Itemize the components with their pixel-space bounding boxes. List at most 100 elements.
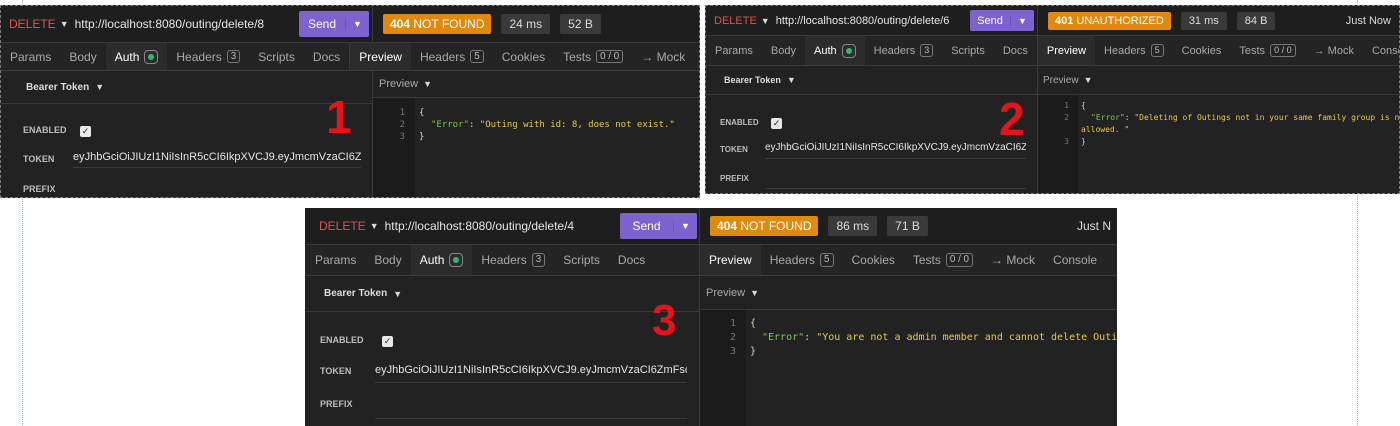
chevron-down-icon[interactable]: ▼ [673, 221, 697, 231]
tab-tests-label: Tests [563, 49, 592, 64]
tab-params[interactable]: Params [306, 245, 365, 275]
tab-console[interactable]: Console [1044, 245, 1106, 275]
tab-response-headers-label: Headers [769, 253, 816, 267]
tab-scripts[interactable]: Scripts [249, 43, 304, 70]
json-error-line: "Error": "Deleting of Outings not in you… [1091, 112, 1399, 124]
tab-preview[interactable]: Preview [350, 43, 411, 70]
tab-params[interactable]: Params [1, 43, 60, 70]
tab-preview[interactable]: Preview [1037, 36, 1096, 65]
tests-count: 0 / 0 [1270, 44, 1296, 57]
method-select[interactable]: DELETE [714, 15, 757, 27]
preview-mode-select[interactable]: Preview [1043, 75, 1079, 86]
send-button[interactable]: Send ▼ [970, 10, 1034, 31]
line-number: 2 [1064, 113, 1069, 122]
auth-type-dropdown-icon[interactable]: ▼ [95, 82, 104, 92]
method-select[interactable]: DELETE [319, 219, 366, 233]
response-size: 71 B [887, 216, 928, 236]
auth-type-select[interactable]: Bearer Token [724, 75, 781, 85]
tab-headers[interactable]: Headers 3 [167, 43, 249, 70]
auth-type-select[interactable]: Bearer Token [324, 288, 387, 299]
send-label: Send [977, 14, 1003, 27]
send-button[interactable]: Send ▼ [299, 11, 369, 37]
response-timestamp: Just N [1076, 219, 1111, 233]
tab-console[interactable]: Co [694, 43, 699, 70]
preview-mode-select[interactable]: Preview [379, 78, 418, 90]
tab-headers[interactable]: Headers 3 [472, 245, 554, 275]
step-number: 2 [999, 93, 1025, 145]
json-key: "Error" [762, 332, 805, 343]
response-size: 52 B [560, 14, 601, 34]
tab-preview[interactable]: Preview [700, 245, 761, 275]
method-dropdown-icon[interactable]: ▼ [370, 221, 379, 231]
url-input[interactable]: http://localhost:8080/outing/delete/6 [776, 15, 950, 27]
tab-auth[interactable]: Auth [804, 36, 865, 65]
method-dropdown-icon[interactable]: ▼ [761, 16, 770, 26]
screenshot-panel-2: DELETE ▼ http://localhost:8080/outing/de… [705, 5, 1400, 194]
url-input[interactable]: http://localhost:8080/outing/delete/4 [385, 219, 574, 233]
token-input[interactable]: eyJhbGciOiJIUzI1NiIsInR5cCI6IkpXVCJ9.eyJ… [73, 151, 361, 168]
prefix-label: PREFIX [23, 184, 56, 194]
chevron-down-icon[interactable]: ▼ [345, 19, 369, 29]
tab-docs[interactable]: Docs [609, 245, 654, 275]
prefix-input[interactable] [375, 418, 687, 419]
tab-body[interactable]: Body [60, 43, 105, 70]
enabled-label: ENABLED [320, 335, 364, 345]
tab-headers[interactable]: Headers 3 [865, 36, 943, 65]
enabled-label: ENABLED [720, 118, 759, 127]
tab-scripts[interactable]: Scripts [942, 36, 994, 65]
tab-response-headers[interactable]: Headers 5 [1095, 36, 1173, 65]
auth-type-dropdown-icon[interactable]: ▼ [787, 75, 796, 85]
tab-mock[interactable]: → Mock [1305, 36, 1363, 65]
tab-cookies[interactable]: Cookies [493, 43, 554, 70]
tab-params[interactable]: Params [706, 36, 762, 65]
tab-cookies[interactable]: Cookies [843, 245, 904, 275]
prefix-input[interactable] [765, 188, 1026, 189]
tab-tests[interactable]: Tests 0 / 0 [1230, 36, 1304, 65]
method-dropdown-icon[interactable]: ▼ [60, 19, 69, 29]
preview-mode-dropdown-icon[interactable]: ▼ [423, 79, 432, 89]
tab-docs[interactable]: Docs [994, 36, 1037, 65]
json-error-line: "Error": "Outing with id: 8, does not ex… [431, 120, 675, 130]
token-input[interactable]: eyJhbGciOiJIUzI1NiIsInR5cCI6IkpXVCJ9.eyJ… [765, 142, 1026, 159]
tab-docs[interactable]: Docs [304, 43, 349, 70]
json-close-brace: } [750, 346, 757, 357]
tab-auth-label: Auth [419, 253, 445, 267]
auth-type-dropdown-icon[interactable]: ▼ [393, 289, 402, 299]
chevron-down-icon[interactable]: ▼ [1010, 15, 1034, 26]
method-select[interactable]: DELETE [9, 17, 56, 31]
preview-mode-dropdown-icon[interactable]: ▼ [1084, 75, 1093, 85]
tab-body[interactable]: Body [365, 245, 410, 275]
enabled-checkbox[interactable]: ✓ [382, 336, 393, 347]
tab-scripts[interactable]: Scripts [554, 245, 609, 275]
tab-headers-label: Headers [176, 49, 222, 64]
tab-mock[interactable]: → Mock [632, 43, 694, 70]
tab-response-headers[interactable]: Headers 5 [761, 245, 843, 275]
headers-count: 3 [920, 44, 934, 57]
token-label: TOKEN [320, 366, 352, 376]
tab-auth[interactable]: Auth [410, 245, 473, 275]
step-number: 3 [652, 296, 677, 345]
step-number: 1 [326, 91, 352, 143]
enabled-checkbox[interactable]: ✓ [80, 126, 91, 137]
tab-mock[interactable]: → Mock [982, 245, 1044, 275]
tab-tests[interactable]: Tests 0 / 0 [904, 245, 982, 275]
tab-cookies[interactable]: Cookies [1173, 36, 1231, 65]
preview-mode-dropdown-icon[interactable]: ▼ [750, 288, 759, 298]
send-button[interactable]: Send ▼ [620, 213, 697, 239]
auth-type-select[interactable]: Bearer Token [26, 82, 89, 93]
tab-tests[interactable]: Tests 0 / 0 [554, 43, 632, 70]
token-input[interactable]: eyJhbGciOiJIUzI1NiIsInR5cCI6IkpXVCJ9.eyJ… [375, 364, 687, 383]
enabled-checkbox[interactable]: ✓ [771, 118, 782, 129]
status-badge: 404 NOT FOUND [710, 216, 819, 236]
tab-auth[interactable]: Auth [105, 43, 168, 70]
tab-console[interactable]: Console [1363, 36, 1399, 65]
preview-mode-select[interactable]: Preview [706, 287, 745, 299]
tab-response-headers[interactable]: Headers 5 [411, 43, 493, 70]
tab-tests-label: Tests [1239, 44, 1266, 57]
send-label: Send [307, 17, 337, 31]
json-open-brace: { [1081, 101, 1086, 110]
auth-enabled-icon [841, 43, 856, 58]
json-close-brace: } [1081, 137, 1086, 146]
tab-body[interactable]: Body [762, 36, 805, 65]
url-input[interactable]: http://localhost:8080/outing/delete/8 [75, 17, 264, 31]
